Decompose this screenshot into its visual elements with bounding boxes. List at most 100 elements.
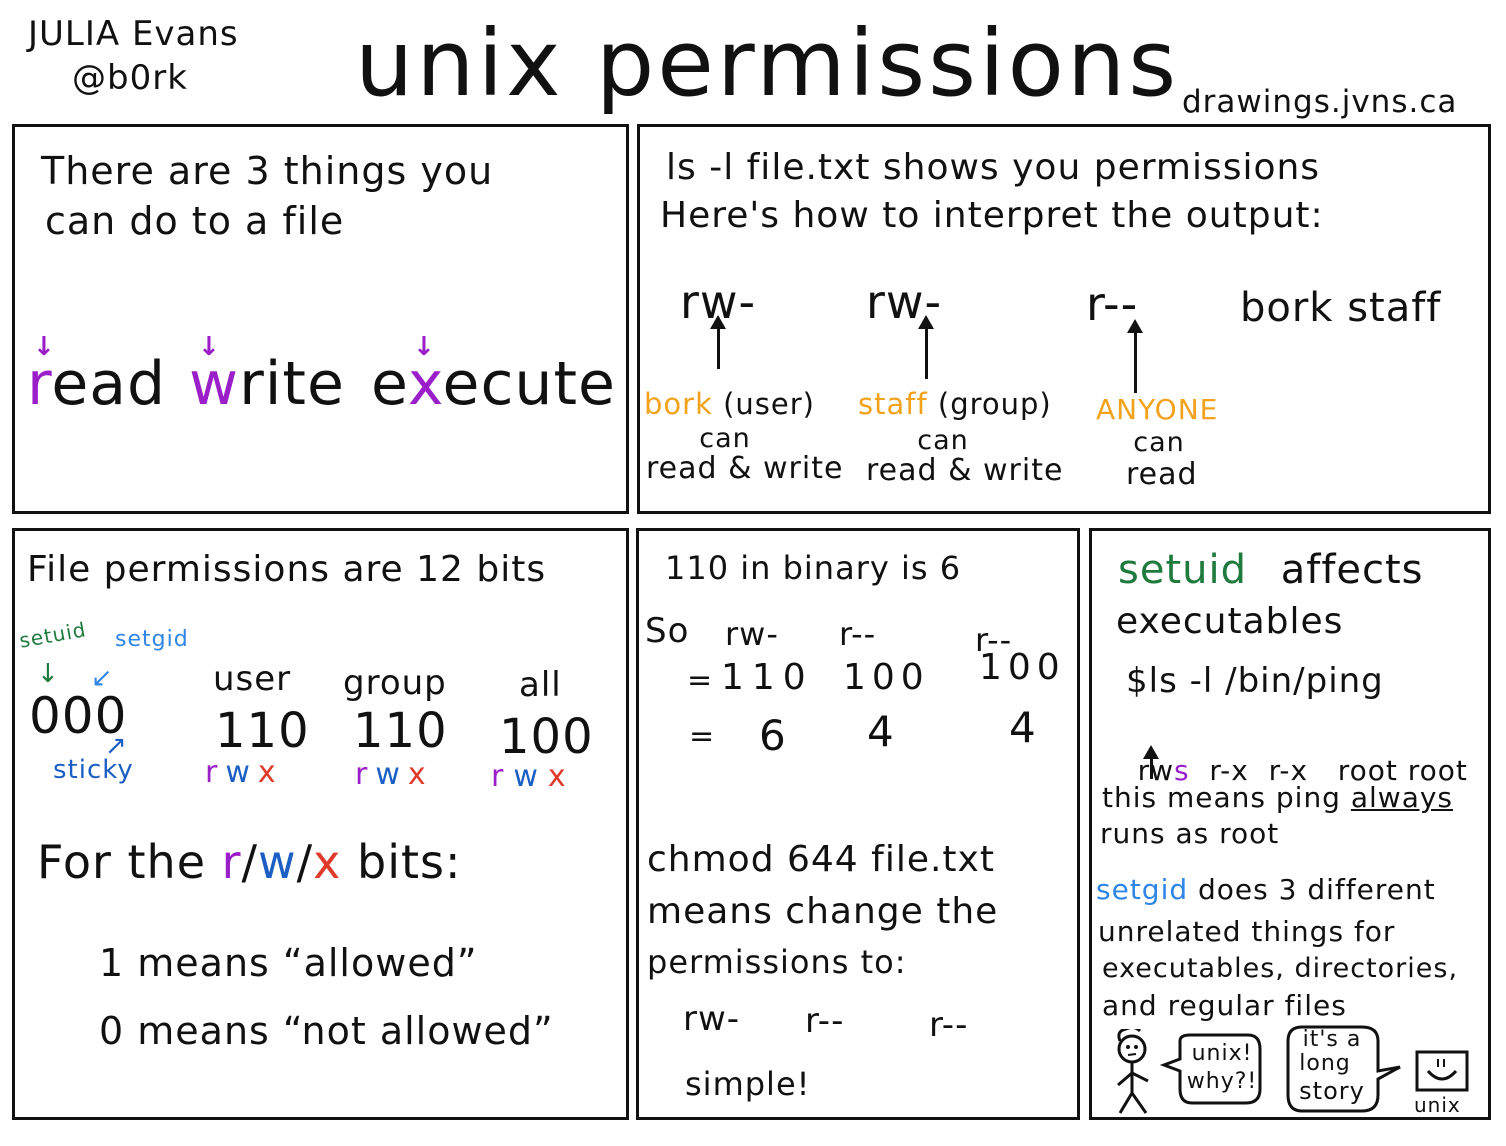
user-what: read & write xyxy=(646,451,844,486)
bubble2-line-1: it's a xyxy=(1302,1027,1362,1052)
anyone-what: read xyxy=(1126,457,1198,492)
col-all-bits: 100 xyxy=(499,709,594,765)
bubble2-line-3: story xyxy=(1299,1077,1365,1105)
binary-line: 110 in binary is 6 xyxy=(665,549,962,587)
bit-r: r xyxy=(205,755,226,790)
bit-x: x xyxy=(313,835,342,889)
anyone-can: can xyxy=(1133,427,1185,458)
chmod-line-2: means change the xyxy=(647,891,999,932)
bit-w: w xyxy=(258,835,297,889)
perm-1: r-- xyxy=(839,615,877,653)
rwx-bits-heading: For the r/w/x bits: xyxy=(37,835,462,889)
group-role: (group) xyxy=(927,387,1052,421)
slash: / xyxy=(241,835,259,889)
letter-w: w xyxy=(189,349,240,419)
panel-three-things: There are 3 things you can do to a file … xyxy=(12,124,629,514)
chmod-line-1: chmod 644 file.txt xyxy=(647,839,995,880)
group-can: can xyxy=(917,425,969,456)
one-means: 1 means “allowed” xyxy=(99,941,478,985)
executables-text: executables xyxy=(1116,601,1344,642)
bits-title: File permissions are 12 bits xyxy=(27,549,547,590)
ls-line-2: Here's how to interpret the output: xyxy=(660,195,1324,236)
bit-r: r xyxy=(221,835,242,889)
col-user-bits: 110 xyxy=(215,703,310,759)
panel-setuid: setuid affects executables $ls -l /bin/p… xyxy=(1089,528,1491,1120)
letter-r: r xyxy=(27,349,52,419)
user-name: bork xyxy=(644,387,713,421)
binary-2: 100 xyxy=(979,647,1066,688)
col-user-label: user xyxy=(213,659,292,699)
means-pre: this means ping xyxy=(1102,781,1351,814)
owner-group: bork staff xyxy=(1240,285,1442,331)
binary-0: 110 xyxy=(721,657,814,698)
word-pre: e xyxy=(371,349,408,419)
ping-command: $ls -l /bin/ping xyxy=(1126,661,1384,701)
bit-w: w xyxy=(375,757,408,792)
zero-means: 0 means “not allowed” xyxy=(99,1009,554,1053)
bit-r: r xyxy=(491,759,514,794)
arrow-up-icon xyxy=(1127,319,1143,393)
sticky-label: sticky xyxy=(53,755,134,785)
arrow-down-icon: ↓ xyxy=(37,659,59,689)
word-rest: ead xyxy=(51,349,167,419)
bit-x: x xyxy=(407,757,434,792)
means-line-1: this means ping always xyxy=(1102,781,1453,814)
intro-line-2: can do to a file xyxy=(45,199,345,243)
means-line-2: runs as root xyxy=(1100,817,1280,850)
computer-label: unix xyxy=(1414,1093,1461,1117)
setgid-line-4: and regular files xyxy=(1102,989,1347,1022)
bit-x: x xyxy=(547,759,576,794)
col-all-rwx: rwx xyxy=(491,759,576,794)
decimal-1: 4 xyxy=(867,707,895,756)
decimal-2: 4 xyxy=(1009,703,1037,752)
simple-text: simple! xyxy=(685,1065,811,1103)
col-user-rwx: rwx xyxy=(205,755,284,790)
setgid-line-1: setgid does 3 different xyxy=(1096,873,1436,906)
word-write: write xyxy=(189,349,345,419)
user-desc: bork (user) xyxy=(644,387,815,421)
bubble1-line-2: why?! xyxy=(1186,1069,1258,1094)
slash: / xyxy=(296,835,314,889)
result-perm-2: r-- xyxy=(929,1005,969,1045)
site-url: drawings.jvns.ca xyxy=(1182,84,1458,120)
bit-w: w xyxy=(513,759,548,794)
setgid-rest: does 3 different xyxy=(1188,873,1436,906)
page-title: unix permissions xyxy=(355,10,1180,117)
ls-line-1: ls -l file.txt shows you permissions xyxy=(666,147,1321,188)
affects-word: affects xyxy=(1280,547,1424,593)
col-all-label: all xyxy=(519,665,562,705)
letter-x: x xyxy=(407,349,443,419)
setgid-line-3: executables, directories, xyxy=(1102,953,1459,984)
anyone-label: ANYONE xyxy=(1096,393,1219,426)
decimal-0: 6 xyxy=(759,711,787,760)
bit-r: r xyxy=(355,757,376,792)
intro-line-1: There are 3 things you xyxy=(41,149,494,193)
so-label: So xyxy=(645,611,690,651)
group-what: read & write xyxy=(866,453,1064,488)
eq-sign: = xyxy=(689,719,716,754)
eq-sign: = xyxy=(687,663,714,698)
binary-1: 100 xyxy=(843,657,930,698)
perm-0: rw- xyxy=(725,615,779,653)
setuid-word: setuid xyxy=(1118,547,1247,593)
arrow-up-icon xyxy=(1143,745,1159,779)
bits-suffix: bits: xyxy=(357,835,462,889)
unix-computer-icon xyxy=(1415,1050,1469,1092)
setgid-line-2: unrelated things for xyxy=(1098,915,1396,948)
panel-ls-output: ls -l file.txt shows you permissions Her… xyxy=(637,124,1491,514)
always-word: always xyxy=(1350,781,1454,814)
author-name: JULIA Evans xyxy=(28,14,239,54)
setuid-heading: setuid affects xyxy=(1118,547,1424,593)
result-perm-0: rw- xyxy=(683,999,741,1039)
word-execute: execute xyxy=(371,349,616,419)
bit-w: w xyxy=(225,755,258,790)
group-name: staff xyxy=(858,387,928,421)
panel-twelve-bits: File permissions are 12 bits setuid setg… xyxy=(12,528,629,1120)
arrow-up-icon xyxy=(710,315,726,369)
setgid-label: setgid xyxy=(115,627,189,652)
arrow-up-icon xyxy=(918,315,934,379)
bubble1-line-1: unix! xyxy=(1191,1041,1253,1066)
col-group-label: group xyxy=(343,663,447,703)
user-can: can xyxy=(699,423,751,454)
bubble2-line-2: long xyxy=(1299,1051,1351,1076)
